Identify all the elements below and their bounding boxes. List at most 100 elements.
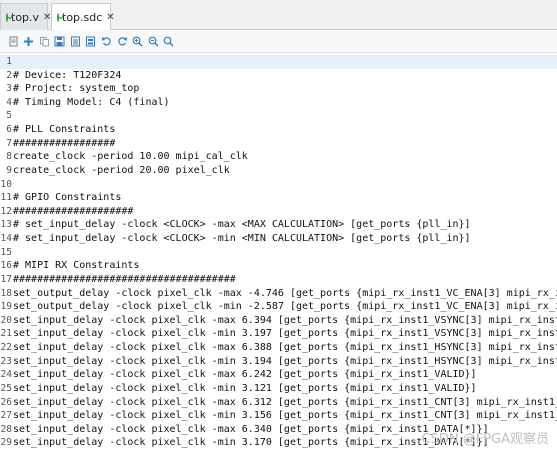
code-line[interactable]: 21set_input_delay -clock pixel_clk -min … [0,327,557,341]
code-text: set_output_delay -clock pixel_clk -max -… [13,287,557,299]
line-number: 8 [6,151,12,163]
code-editor[interactable]: 1 2# Device: T120F324 3# Project: system_t… [0,53,557,457]
code-line[interactable]: 11# GPIO Constraints [0,191,557,205]
editor-toolbar [0,30,557,53]
code-text: set_input_delay -clock pixel_clk -max 6.… [13,342,557,354]
code-line[interactable]: 4# Timing Model: C4 (final) [0,96,557,110]
zoom-fit-icon[interactable] [163,35,175,47]
line-number: 6 [6,124,12,136]
line-number: 15 [0,246,12,258]
code-text: # Device: T120F324 [13,69,122,81]
code-text: ################# [13,137,116,149]
code-text: set_input_delay -clock pixel_clk -max 6.… [13,369,477,381]
close-icon[interactable]: ✕ [106,12,114,23]
line-number: 13 [0,219,12,231]
line-number: 23 [0,355,12,367]
code-line[interactable]: 18set_output_delay -clock pixel_clk -max… [0,287,557,301]
line-number: 27 [0,410,12,422]
code-text: # PLL Constraints [13,124,116,136]
line-number: 7 [6,137,12,149]
code-text: set_input_delay -clock pixel_clk -max 6.… [13,396,557,408]
line-number: 26 [0,396,12,408]
tab-bar: top.v ✕ top.sdc ✕ [0,0,557,31]
line-number: 5 [6,110,12,122]
code-text: # Timing Model: C4 (final) [13,96,170,108]
watermark: CSDN @FPGA观察员 [421,432,549,447]
line-number: 10 [0,178,12,190]
code-line[interactable]: 6# PLL Constraints [0,123,557,137]
code-line[interactable]: 7################# [0,137,557,151]
line-number: 2 [6,69,12,81]
code-text: set_input_delay -clock pixel_clk -min 3.… [13,437,489,449]
code-line[interactable]: 23set_input_delay -clock pixel_clk -min … [0,355,557,369]
line-number: 20 [0,314,12,326]
line-number: 29 [0,437,12,449]
code-line[interactable]: 8create_clock -period 10.00 mipi_cal_clk [0,150,557,164]
page-icon[interactable] [7,35,19,47]
code-text: # Project: system_top [13,83,140,95]
export-icon[interactable] [85,35,97,47]
line-number: 3 [6,83,12,95]
code-line[interactable]: 9create_clock -period 20.00 pixel_clk [0,164,557,178]
line-number: 24 [0,369,12,381]
code-line[interactable]: 16# MIPI RX Constraints [0,259,557,273]
undo-icon[interactable] [101,35,113,47]
code-text: # set_input_delay -clock <CLOCK> -min <M… [13,233,471,245]
check-circle-icon [57,12,59,22]
code-line[interactable]: 17##################################### [0,273,557,287]
line-number: 18 [0,287,12,299]
code-text: # MIPI RX Constraints [13,260,140,272]
code-text: set_input_delay -clock pixel_clk -max 6.… [13,314,557,326]
code-line[interactable]: 24set_input_delay -clock pixel_clk -max … [0,368,557,382]
import-icon[interactable] [69,35,81,47]
code-text: #################### [13,205,134,217]
line-number: 14 [0,233,12,245]
code-text: # set_input_delay -clock <CLOCK> -max <M… [13,219,471,231]
zoom-in-icon[interactable] [132,35,144,47]
line-number: 19 [0,301,12,313]
tab-label: top.v [11,10,40,24]
code-line[interactable]: 5 [0,109,557,123]
code-line[interactable]: 2# Device: T120F324 [0,69,557,83]
code-line[interactable]: 19set_output_delay -clock pixel_clk -min… [0,300,557,314]
tab-label: top.sdc [62,10,103,24]
line-number: 16 [0,260,12,272]
code-line[interactable]: 3# Project: system_top [0,82,557,96]
line-number: 22 [0,342,12,354]
code-line[interactable]: 10 [0,178,557,192]
line-number: 25 [0,382,12,394]
line-number: 11 [0,192,12,204]
code-line[interactable]: 22set_input_delay -clock pixel_clk -max … [0,341,557,355]
line-number: 17 [0,273,12,285]
code-text: create_clock -period 20.00 pixel_clk [13,164,230,176]
line-number: 9 [6,164,12,176]
code-line[interactable]: 13# set_input_delay -clock <CLOCK> -max … [0,218,557,232]
tab-top-v[interactable]: top.v ✕ [0,3,51,30]
code-text: # GPIO Constraints [13,192,122,204]
redo-icon[interactable] [116,35,128,47]
line-number: 1 [6,56,12,67]
code-line[interactable]: 26set_input_delay -clock pixel_clk -max … [0,396,557,410]
code-text: set_input_delay -clock pixel_clk -min 3.… [13,382,477,394]
code-line[interactable]: 27set_input_delay -clock pixel_clk -min … [0,409,557,423]
line-number: 4 [6,96,12,108]
code-text: set_output_delay -clock pixel_clk -min -… [13,301,557,313]
line-number: 21 [0,328,12,340]
code-line[interactable]: 25set_input_delay -clock pixel_clk -min … [0,382,557,396]
code-line[interactable]: 12#################### [0,205,557,219]
code-line[interactable]: 1 [0,55,557,69]
code-text: set_input_delay -clock pixel_clk -min 3.… [13,328,557,340]
zoom-out-icon[interactable] [147,35,159,47]
code-line[interactable]: 20set_input_delay -clock pixel_clk -max … [0,314,557,328]
code-line[interactable]: 15 [0,246,557,260]
check-circle-icon [6,12,8,22]
save-icon[interactable] [54,35,66,47]
code-text: set_input_delay -clock pixel_clk -min 3.… [13,355,557,367]
add-icon[interactable] [23,35,35,47]
code-line[interactable]: 14# set_input_delay -clock <CLOCK> -min … [0,232,557,246]
copy-icon[interactable] [38,35,50,47]
tab-top-sdc[interactable]: top.sdc ✕ [51,3,115,31]
code-text: create_clock -period 10.00 mipi_cal_clk [13,151,248,163]
line-number: 28 [0,423,12,435]
code-text: ##################################### [13,273,236,285]
